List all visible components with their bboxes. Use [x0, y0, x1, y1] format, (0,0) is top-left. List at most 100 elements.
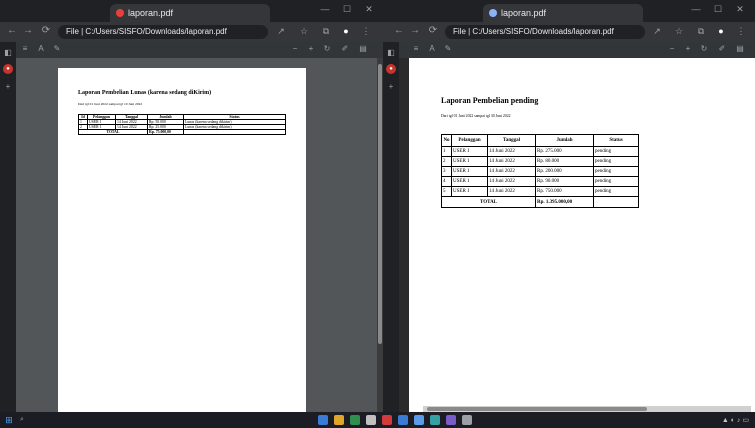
- cell-date: 14 Juni 2022: [487, 156, 536, 167]
- text-tool-icon[interactable]: A: [36, 44, 46, 53]
- rotate-icon[interactable]: ↻: [699, 44, 709, 53]
- rotate-icon[interactable]: ↻: [322, 44, 332, 53]
- address-bar-row: ← → ⟳ File | C:/Users/SISFO/Downloads/la…: [383, 22, 755, 42]
- pdf-toolbar: ≡ A ✎ − + ↻ ✐ ▤: [0, 42, 383, 58]
- edit-icon[interactable]: ✐: [717, 44, 727, 53]
- zoom-out-icon[interactable]: −: [667, 44, 677, 53]
- forward-icon[interactable]: →: [409, 25, 421, 36]
- minimize-icon[interactable]: —: [689, 4, 703, 14]
- tab-title: laporan.pdf: [501, 8, 547, 18]
- outline-icon[interactable]: ≡: [411, 44, 421, 53]
- save-icon[interactable]: ▤: [735, 44, 745, 53]
- cell-empty: [593, 196, 639, 208]
- scroll-thumb[interactable]: [427, 407, 647, 411]
- cell-amount: Rp. 200.000: [535, 166, 594, 177]
- address-input[interactable]: File | C:/Users/SISFO/Downloads/laporan.…: [58, 25, 268, 39]
- reload-icon[interactable]: ⟳: [427, 25, 439, 36]
- profile-avatar[interactable]: ●: [715, 26, 727, 36]
- sidebar-add-icon[interactable]: +: [3, 82, 13, 92]
- cell-id: 2: [441, 156, 452, 167]
- cell-date: 14 Juni 2022: [487, 146, 536, 157]
- draw-icon[interactable]: ✎: [443, 44, 453, 53]
- table-row: 5 USER 1 14 Juni 2022 Rp. 750.000 pendin…: [441, 186, 639, 197]
- star-icon[interactable]: ☆: [673, 26, 685, 37]
- minimize-icon[interactable]: —: [318, 4, 332, 14]
- edge-sidebar: ◧ ● +: [383, 42, 399, 412]
- cell-date: 14 Juni 2022: [487, 186, 536, 197]
- cell-id: 4: [441, 176, 452, 187]
- taskbar-app-icon[interactable]: [446, 415, 456, 425]
- zoom-in-icon[interactable]: +: [683, 44, 693, 53]
- cell-customer: USER 1: [451, 146, 488, 157]
- browser-window-right: laporan.pdf — ☐ ✕ ← → ⟳ File | C:/Users/…: [383, 0, 755, 412]
- profile-avatar[interactable]: ●: [340, 26, 352, 36]
- tab-title: laporan.pdf: [128, 8, 174, 18]
- pdf-viewer[interactable]: Laporan Pembelian Lunas (karena sedang d…: [16, 58, 383, 412]
- edit-icon[interactable]: ✐: [340, 44, 350, 53]
- forward-icon[interactable]: →: [22, 25, 34, 36]
- taskbar-app-icon[interactable]: [430, 415, 440, 425]
- pdf-page: Laporan Pembelian Lunas (karena sedang d…: [58, 68, 306, 412]
- share-icon[interactable]: ↗: [651, 26, 663, 37]
- taskbar-app-icon[interactable]: [382, 415, 392, 425]
- report-title: Laporan Pembelian Lunas (karena sedang d…: [78, 90, 212, 96]
- draw-icon[interactable]: ✎: [52, 44, 62, 53]
- sidebar-add-icon[interactable]: +: [386, 82, 396, 92]
- browser-tab[interactable]: laporan.pdf: [110, 4, 270, 22]
- taskbar-app-icon[interactable]: [414, 415, 424, 425]
- browser-tab[interactable]: laporan.pdf: [483, 4, 643, 22]
- report-table: Id Pelanggan Tanggal Jumlah Status 1 USE…: [78, 114, 286, 135]
- search-icon[interactable]: ⌕: [20, 416, 24, 424]
- menu-icon[interactable]: ⋮: [360, 26, 372, 37]
- sidebar-home-icon[interactable]: ◧: [386, 48, 396, 58]
- cell-status: pending: [593, 166, 639, 177]
- outline-icon[interactable]: ≡: [20, 44, 30, 53]
- report-title: Laporan Pembelian pending: [441, 96, 539, 105]
- zoom-out-icon[interactable]: −: [290, 44, 300, 53]
- report-period: Dari tgl 01 Juni 2022 sampai tgl 10 Juni…: [78, 102, 143, 106]
- maximize-icon[interactable]: ☐: [711, 4, 725, 15]
- cell-empty: [183, 129, 286, 135]
- reload-icon[interactable]: ⟳: [40, 25, 52, 36]
- address-input[interactable]: File | C:/Users/SISFO/Downloads/laporan.…: [445, 25, 645, 39]
- scroll-thumb[interactable]: [378, 64, 382, 344]
- pdf-viewer[interactable]: Laporan Pembelian pending Dari tgl 01 Ju…: [399, 58, 755, 412]
- maximize-icon[interactable]: ☐: [340, 4, 354, 15]
- cell-status: pending: [593, 146, 639, 157]
- menu-icon[interactable]: ⋮: [735, 26, 747, 37]
- cell-date: 14 Juni 2022: [487, 176, 536, 187]
- table-total-row: TOTAL Rp. 1.395.000,00: [441, 196, 639, 208]
- col-header: Tanggal: [487, 134, 536, 147]
- zoom-in-icon[interactable]: +: [306, 44, 316, 53]
- table-header-row: No Pelanggan Tanggal Jumlah Status: [441, 134, 639, 147]
- sidebar-app-icon[interactable]: ●: [386, 64, 396, 74]
- windows-start-icon[interactable]: ⊞: [4, 415, 14, 425]
- col-header: Jumlah: [535, 134, 594, 147]
- col-header: No: [441, 134, 452, 147]
- close-icon[interactable]: ✕: [733, 4, 747, 15]
- total-label: TOTAL: [78, 129, 148, 135]
- system-tray[interactable]: ▲ ◐ ♪ ▭: [722, 416, 749, 424]
- taskbar-app-icon[interactable]: [398, 415, 408, 425]
- table-row: 1 USER 1 14 Juni 2022 Rp. 275.000 pendin…: [441, 146, 639, 157]
- extension-icon[interactable]: ⧉: [695, 26, 707, 37]
- back-icon[interactable]: ←: [6, 25, 18, 36]
- extension-icon[interactable]: ⧉: [320, 26, 332, 37]
- back-icon[interactable]: ←: [393, 25, 405, 36]
- save-icon[interactable]: ▤: [358, 44, 368, 53]
- share-icon[interactable]: ↗: [275, 26, 287, 37]
- address-bar-row: ← → ⟳ File | C:/Users/SISFO/Downloads/la…: [0, 22, 383, 42]
- sidebar-home-icon[interactable]: ◧: [3, 48, 13, 58]
- text-tool-icon[interactable]: A: [427, 44, 437, 53]
- taskbar-app-icon[interactable]: [318, 415, 328, 425]
- taskbar-app-icon[interactable]: [334, 415, 344, 425]
- close-icon[interactable]: ✕: [362, 4, 376, 15]
- cell-customer: USER 1: [451, 156, 488, 167]
- sidebar-app-icon[interactable]: ●: [3, 64, 13, 74]
- star-icon[interactable]: ☆: [298, 26, 310, 37]
- cell-customer: USER 1: [451, 166, 488, 177]
- taskbar-app-icon[interactable]: [350, 415, 360, 425]
- cell-status: pending: [593, 176, 639, 187]
- taskbar-app-icon[interactable]: [366, 415, 376, 425]
- taskbar-app-icon[interactable]: [462, 415, 472, 425]
